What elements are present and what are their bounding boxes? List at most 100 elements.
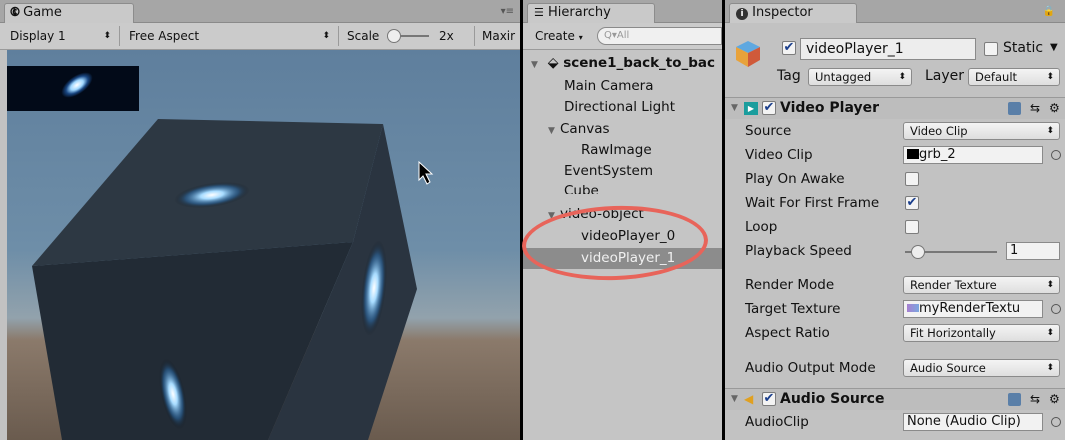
video-player-title: Video Player xyxy=(780,100,879,116)
layer-dropdown[interactable]: Default ⬍ xyxy=(968,68,1060,86)
scale-slider[interactable]: Scale 2x xyxy=(347,26,475,46)
chevron-down-icon[interactable]: ▼ xyxy=(1050,42,1058,53)
wait-first-frame-checkbox[interactable]: ✔ xyxy=(905,196,919,210)
playback-speed-label: Playback Speed xyxy=(745,243,852,259)
gameobject-cube-icon xyxy=(736,41,760,67)
stepper-icon: ⬍ xyxy=(1046,126,1054,136)
item-label: EventSystem xyxy=(564,163,654,179)
inspector-tab[interactable]: i Inspector xyxy=(729,3,857,23)
audio-output-mode-dropdown[interactable]: Audio Source ⬍ xyxy=(903,359,1060,377)
help-book-icon[interactable] xyxy=(1008,393,1021,406)
scale-value: 2x xyxy=(439,29,454,43)
aspect-ratio-dropdown[interactable]: Fit Horizontally ⬍ xyxy=(903,324,1060,342)
game-tab[interactable]: 🅮 Game xyxy=(4,3,134,23)
object-name-input[interactable]: videoPlayer_1 xyxy=(800,38,976,60)
stepper-icon: ⬍ xyxy=(103,31,111,41)
stepper-icon: ⬍ xyxy=(1046,72,1054,82)
render-texture-icon xyxy=(907,304,919,312)
panel-menu-icon[interactable]: ▾≡ xyxy=(501,6,514,17)
render-mode-dropdown[interactable]: Render Texture ⬍ xyxy=(903,276,1060,294)
gear-icon[interactable]: ⚙ xyxy=(1049,389,1060,410)
video-clip-field[interactable]: grb_2 xyxy=(903,146,1043,164)
static-checkbox[interactable] xyxy=(984,42,998,56)
stepper-icon: ⬍ xyxy=(1046,363,1054,373)
help-book-icon[interactable] xyxy=(1008,102,1021,115)
list-item[interactable]: ▼ Canvas xyxy=(523,119,722,140)
stepper-icon: ⬍ xyxy=(1046,280,1054,290)
target-texture-field[interactable]: myRenderTextu xyxy=(903,300,1043,318)
playback-speed-value: 1 xyxy=(1010,243,1019,258)
audio-output-mode-value: Audio Source xyxy=(910,361,986,375)
stepper-icon: ⬍ xyxy=(322,31,330,41)
lock-icon[interactable]: 🔒 xyxy=(1043,6,1055,17)
object-picker-icon[interactable] xyxy=(1051,150,1061,160)
game-viewport[interactable] xyxy=(7,50,520,440)
video-clip-swatch-icon xyxy=(907,149,919,159)
create-button[interactable]: Create ▾ xyxy=(535,26,595,46)
aspect-ratio-value: Fit Horizontally xyxy=(910,326,996,340)
list-item[interactable]: Directional Light xyxy=(523,97,722,118)
aspect-dropdown[interactable]: Free Aspect ⬍ xyxy=(129,26,339,46)
scale-label: Scale xyxy=(347,29,380,43)
expand-triangle-icon[interactable]: ▼ xyxy=(531,55,543,76)
loop-checkbox[interactable] xyxy=(905,220,919,234)
audio-clip-label: AudioClip xyxy=(745,414,809,430)
video-player-icon: ▶ xyxy=(744,102,758,115)
audio-source-header[interactable]: ▼ ◀ ✔ Audio Source ⇆ ⚙ xyxy=(725,388,1065,410)
audio-source-title: Audio Source xyxy=(780,391,885,407)
preset-icon[interactable]: ⇆ xyxy=(1030,389,1040,410)
play-on-awake-checkbox[interactable] xyxy=(905,172,919,186)
video-player-enabled-checkbox[interactable]: ✔ xyxy=(762,101,776,115)
speed-slider-thumb[interactable] xyxy=(911,245,925,259)
play-on-awake-label: Play On Awake xyxy=(745,171,845,187)
game-toolbar: Display 1 ⬍ Free Aspect ⬍ Scale 2x Maxir xyxy=(0,23,520,50)
layer-value: Default xyxy=(975,70,1018,84)
layer-label: Layer xyxy=(925,68,965,84)
target-texture-label: Target Texture xyxy=(745,301,841,317)
foldout-triangle-icon[interactable]: ▼ xyxy=(731,389,738,410)
scene-row[interactable]: ▼ ⬙ scene1_back_to_bac xyxy=(523,53,722,74)
item-label: Cube xyxy=(564,183,599,194)
stepper-icon: ⬍ xyxy=(1046,328,1054,338)
list-item[interactable]: Main Camera xyxy=(523,76,722,97)
loop-label: Loop xyxy=(745,219,778,235)
preset-icon[interactable]: ⇆ xyxy=(1030,98,1040,119)
scene-label: scene1_back_to_bac xyxy=(563,55,716,71)
game-tab-icon: 🅮 xyxy=(11,5,19,20)
audio-output-mode-label: Audio Output Mode xyxy=(745,360,876,376)
hierarchy-tab[interactable]: ☰ Hierarchy xyxy=(527,3,655,23)
list-item[interactable]: RawImage xyxy=(523,140,722,161)
audio-source-enabled-checkbox[interactable]: ✔ xyxy=(762,392,776,406)
hierarchy-tab-label: Hierarchy xyxy=(548,5,611,20)
game-tabbar: 🅮 Game ▾≡ xyxy=(0,0,520,23)
active-checkbox[interactable]: ✔ xyxy=(782,41,796,55)
hierarchy-tabbar: ☰ Hierarchy xyxy=(523,0,722,23)
display-label: Display 1 xyxy=(10,29,66,43)
foldout-triangle-icon[interactable]: ▼ xyxy=(731,98,738,119)
list-item[interactable]: Cube xyxy=(523,181,722,194)
maximize-toggle[interactable]: Maxir xyxy=(482,26,520,46)
video-clip-value: grb_2 xyxy=(919,147,956,162)
gear-icon[interactable]: ⚙ xyxy=(1049,98,1060,119)
object-picker-icon[interactable] xyxy=(1051,417,1061,427)
playback-speed-input[interactable]: 1 xyxy=(1006,242,1060,260)
tag-dropdown[interactable]: Untagged ⬍ xyxy=(808,68,912,86)
game-panel: 🅮 Game ▾≡ Display 1 ⬍ Free Aspect ⬍ Scal… xyxy=(0,0,520,440)
source-dropdown[interactable]: Video Clip ⬍ xyxy=(903,122,1060,140)
video-player-header[interactable]: ▼ ▶ ✔ Video Player ⇆ ⚙ xyxy=(725,97,1065,119)
stepper-icon: ⬍ xyxy=(898,72,906,82)
object-picker-icon[interactable] xyxy=(1051,304,1061,314)
source-label: Source xyxy=(745,123,792,139)
display-dropdown[interactable]: Display 1 ⬍ xyxy=(10,26,120,46)
render-mode-value: Render Texture xyxy=(910,278,997,292)
tag-value: Untagged xyxy=(815,70,872,84)
expand-triangle-icon[interactable]: ▼ xyxy=(548,121,560,142)
render-mode-label: Render Mode xyxy=(745,277,835,293)
hierarchy-search-input[interactable]: Q▾All xyxy=(597,27,722,45)
scale-thumb[interactable] xyxy=(387,29,401,43)
list-item[interactable]: EventSystem xyxy=(523,161,722,182)
item-label: Directional Light xyxy=(564,99,675,115)
target-texture-value: myRenderTextu xyxy=(919,301,1021,316)
audio-clip-field[interactable]: None (Audio Clip) xyxy=(903,413,1043,431)
aspect-ratio-label: Aspect Ratio xyxy=(745,325,830,341)
